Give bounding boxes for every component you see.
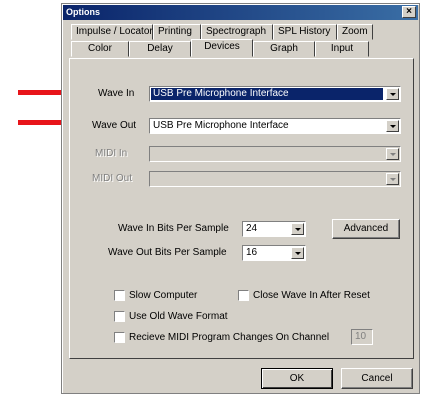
cancel-button[interactable]: Cancel	[341, 368, 413, 389]
tab-zoom[interactable]: Zoom	[337, 24, 373, 40]
close-button[interactable]: ×	[402, 6, 416, 18]
tab-color[interactable]: Color	[71, 41, 129, 57]
tab-printing[interactable]: Printing	[153, 24, 201, 40]
tab-delay[interactable]: Delay	[129, 41, 191, 57]
devices-panel	[69, 58, 414, 359]
tab-input[interactable]: Input	[315, 41, 369, 57]
tab-spl-history[interactable]: SPL History	[273, 24, 337, 40]
tab-row-front: Color Delay Devices Graph Input	[71, 39, 369, 57]
tab-impulse-locator[interactable]: Impulse / Locator	[71, 24, 153, 40]
tab-devices[interactable]: Devices	[191, 39, 253, 57]
tab-row-back: Impulse / Locator Printing Spectrograph …	[71, 24, 373, 40]
ok-button[interactable]: OK	[261, 368, 333, 389]
title-bar: Options ×	[63, 5, 418, 20]
dialog-title: Options	[66, 7, 100, 17]
options-dialog: Options × Impulse / Locator Printing Spe…	[61, 3, 420, 394]
tab-graph[interactable]: Graph	[253, 41, 315, 57]
tab-spectrograph[interactable]: Spectrograph	[201, 24, 273, 40]
